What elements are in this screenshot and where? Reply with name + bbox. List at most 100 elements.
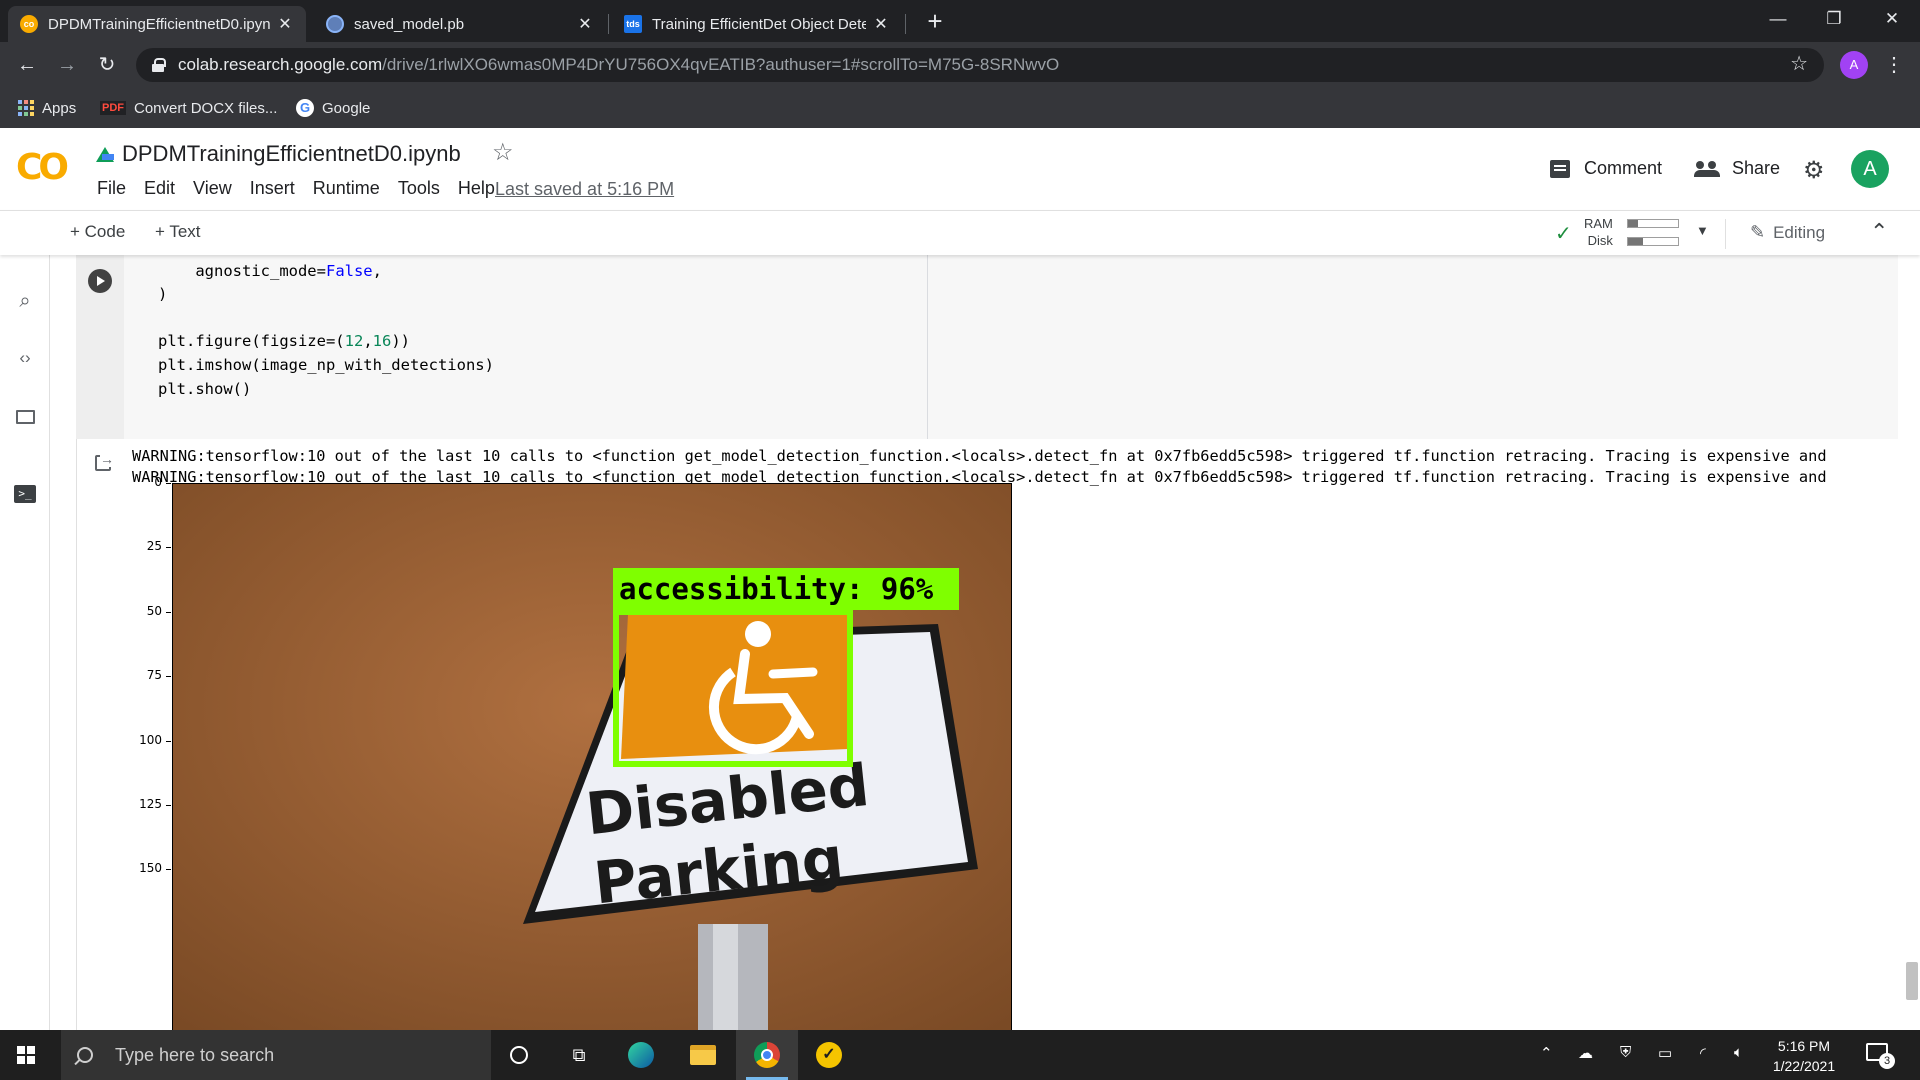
task-view-button[interactable]: ⧉ [548,1030,610,1080]
bookmark-label: Apps [42,99,77,117]
menu-runtime[interactable]: Runtime [313,178,380,199]
close-tab-icon[interactable]: ✕ [872,14,890,34]
ram-usage-bar[interactable] [1627,219,1679,228]
code-line[interactable]: plt.show() [158,380,251,398]
account-avatar[interactable]: A [1851,150,1889,188]
bookmark-apps[interactable]: Apps [18,88,76,128]
menu-help[interactable]: Help [458,178,495,199]
back-icon[interactable]: ← [12,50,42,80]
lock-icon[interactable] [152,58,166,72]
y-tick-mark [166,611,171,613]
new-tab-button[interactable]: + [920,6,950,36]
tab-towards-data-science[interactable]: tds Training EfficientDet Object Dete ✕ [612,6,902,42]
last-saved-link[interactable]: Last saved at 5:16 PM [495,179,674,200]
colab-logo[interactable]: CO [16,147,69,188]
minimize-icon[interactable]: — [1750,0,1806,38]
google-icon: G [296,99,314,117]
windows-start-icon[interactable] [17,1046,35,1064]
bookmark-label: Google [322,99,371,117]
colab-icon: co [20,15,38,33]
show-hidden-icons-chevron[interactable]: ⌃ [1540,1044,1553,1062]
y-tick-label: 125 [139,796,162,811]
bookmark-star-icon[interactable]: ☆ [1790,51,1808,76]
notebook-title-text[interactable]: DPDMTrainingEfficientnetD0.ipynb [122,141,461,167]
add-text-button[interactable]: + Text [155,222,201,242]
taskbar-file-explorer[interactable] [672,1030,734,1080]
menu-edit[interactable]: Edit [144,178,175,199]
taskbar-edge[interactable] [610,1030,672,1080]
notebook-content: agnostic_mode=False, ) plt.figure(figsiz… [51,255,1920,1030]
browser-tab-bar: co DPDMTrainingEfficientnetD0.ipyn ✕ sav… [0,0,1920,42]
bookmark-convert-docx[interactable]: PDF Convert DOCX files... [100,88,277,128]
add-code-button[interactable]: + Code [70,222,125,242]
code-cell[interactable]: agnostic_mode=False, ) plt.figure(figsiz… [76,255,1898,439]
y-tick-label: 50 [146,603,162,618]
taskbar-search-box[interactable]: Type here to search [61,1030,491,1080]
editing-mode-button[interactable]: ✎ Editing [1750,222,1825,243]
close-window-icon[interactable]: ✕ [1864,0,1920,38]
resource-labels[interactable]: RAM Disk [1584,215,1613,249]
reload-icon[interactable]: ↻ [92,50,122,80]
comment-icon [1550,159,1570,178]
tab-colab-notebook[interactable]: co DPDMTrainingEfficientnetD0.ipyn ✕ [8,6,306,42]
share-button[interactable]: Share [1694,158,1780,179]
file-explorer-icon [690,1045,716,1065]
battery-icon[interactable]: ▭ [1658,1044,1672,1062]
code-line[interactable]: plt.imshow(image_np_with_detections) [158,356,494,374]
close-tab-icon[interactable]: ✕ [576,14,594,34]
menu-file[interactable]: File [97,178,126,199]
y-tick-mark [166,676,171,678]
files-folder-icon[interactable] [16,410,35,424]
bookmark-google[interactable]: G Google [296,88,370,128]
chrome-menu-icon[interactable]: ⋮ [1884,50,1904,80]
url-host: colab.research.google.com [178,55,383,74]
tab-title: DPDMTrainingEfficientnetD0.ipyn [48,15,270,33]
search-icon[interactable]: ⌕ [0,290,50,313]
volume-icon[interactable]: 🔈︎ [1734,1044,1743,1061]
google-drive-icon [96,146,114,162]
apps-grid-icon [18,100,34,116]
taskbar-chrome[interactable] [736,1030,798,1080]
clock-time: 5:16 PM [1777,1038,1831,1054]
forward-icon[interactable]: → [52,50,82,80]
menu-view[interactable]: View [193,178,232,199]
star-notebook-icon[interactable]: ☆ [492,138,514,167]
taskbar-clock[interactable]: 5:16 PM 1/22/2021 [1764,1036,1844,1076]
y-tick-mark [166,869,171,871]
onedrive-cloud-icon[interactable]: ☁ [1578,1044,1593,1062]
run-cell-button[interactable] [88,269,112,293]
tab-saved-model[interactable]: saved_model.pb ✕ [314,6,606,42]
wifi-icon[interactable]: ◜ [1700,1044,1706,1062]
security-icon[interactable]: ⛨ [1620,1044,1631,1061]
address-bar[interactable]: colab.research.google.com/drive/1rlwlXO6… [136,48,1824,82]
collapse-header-icon[interactable]: ⌃ [1870,219,1888,245]
chrome-profile-avatar[interactable]: A [1840,51,1868,79]
page-scrollbar-thumb[interactable] [1906,962,1918,1000]
code-line[interactable]: plt.figure(figsize=(12,16)) [158,332,410,350]
restore-icon[interactable]: ❐ [1806,0,1862,38]
browser-toolbar: ← → ↻ colab.research.google.com/drive/1r… [0,42,1920,88]
code-snippets-icon[interactable]: ‹› [0,348,50,368]
cell-gutter [76,255,124,439]
edge-icon [628,1042,654,1068]
gear-icon[interactable]: ⚙ [1803,156,1825,185]
detection-label: accessibility: 96% [613,568,959,610]
disk-usage-bar[interactable] [1627,237,1679,246]
notebook-title[interactable]: DPDMTrainingEfficientnetD0.ipynb [96,141,461,167]
code-line[interactable]: agnostic_mode=False, [158,262,382,280]
output-actions-icon[interactable] [95,451,114,471]
runtime-dropdown-icon[interactable]: ▼ [1696,223,1709,238]
editing-label: Editing [1773,222,1826,242]
code-line[interactable]: ) [158,285,167,303]
comment-button[interactable]: Comment [1550,158,1662,179]
tab-title: Training EfficientDet Object Dete [652,15,866,33]
cortana-button[interactable] [488,1030,550,1080]
ram-label: RAM [1584,216,1613,231]
menu-tools[interactable]: Tools [398,178,440,199]
menu-insert[interactable]: Insert [250,178,295,199]
close-tab-icon[interactable]: ✕ [276,14,294,34]
task-view-icon: ⧉ [572,1044,586,1065]
search-icon [77,1047,93,1063]
terminal-icon[interactable]: >_ [14,485,36,503]
taskbar-norton[interactable]: ✓ [798,1030,860,1080]
